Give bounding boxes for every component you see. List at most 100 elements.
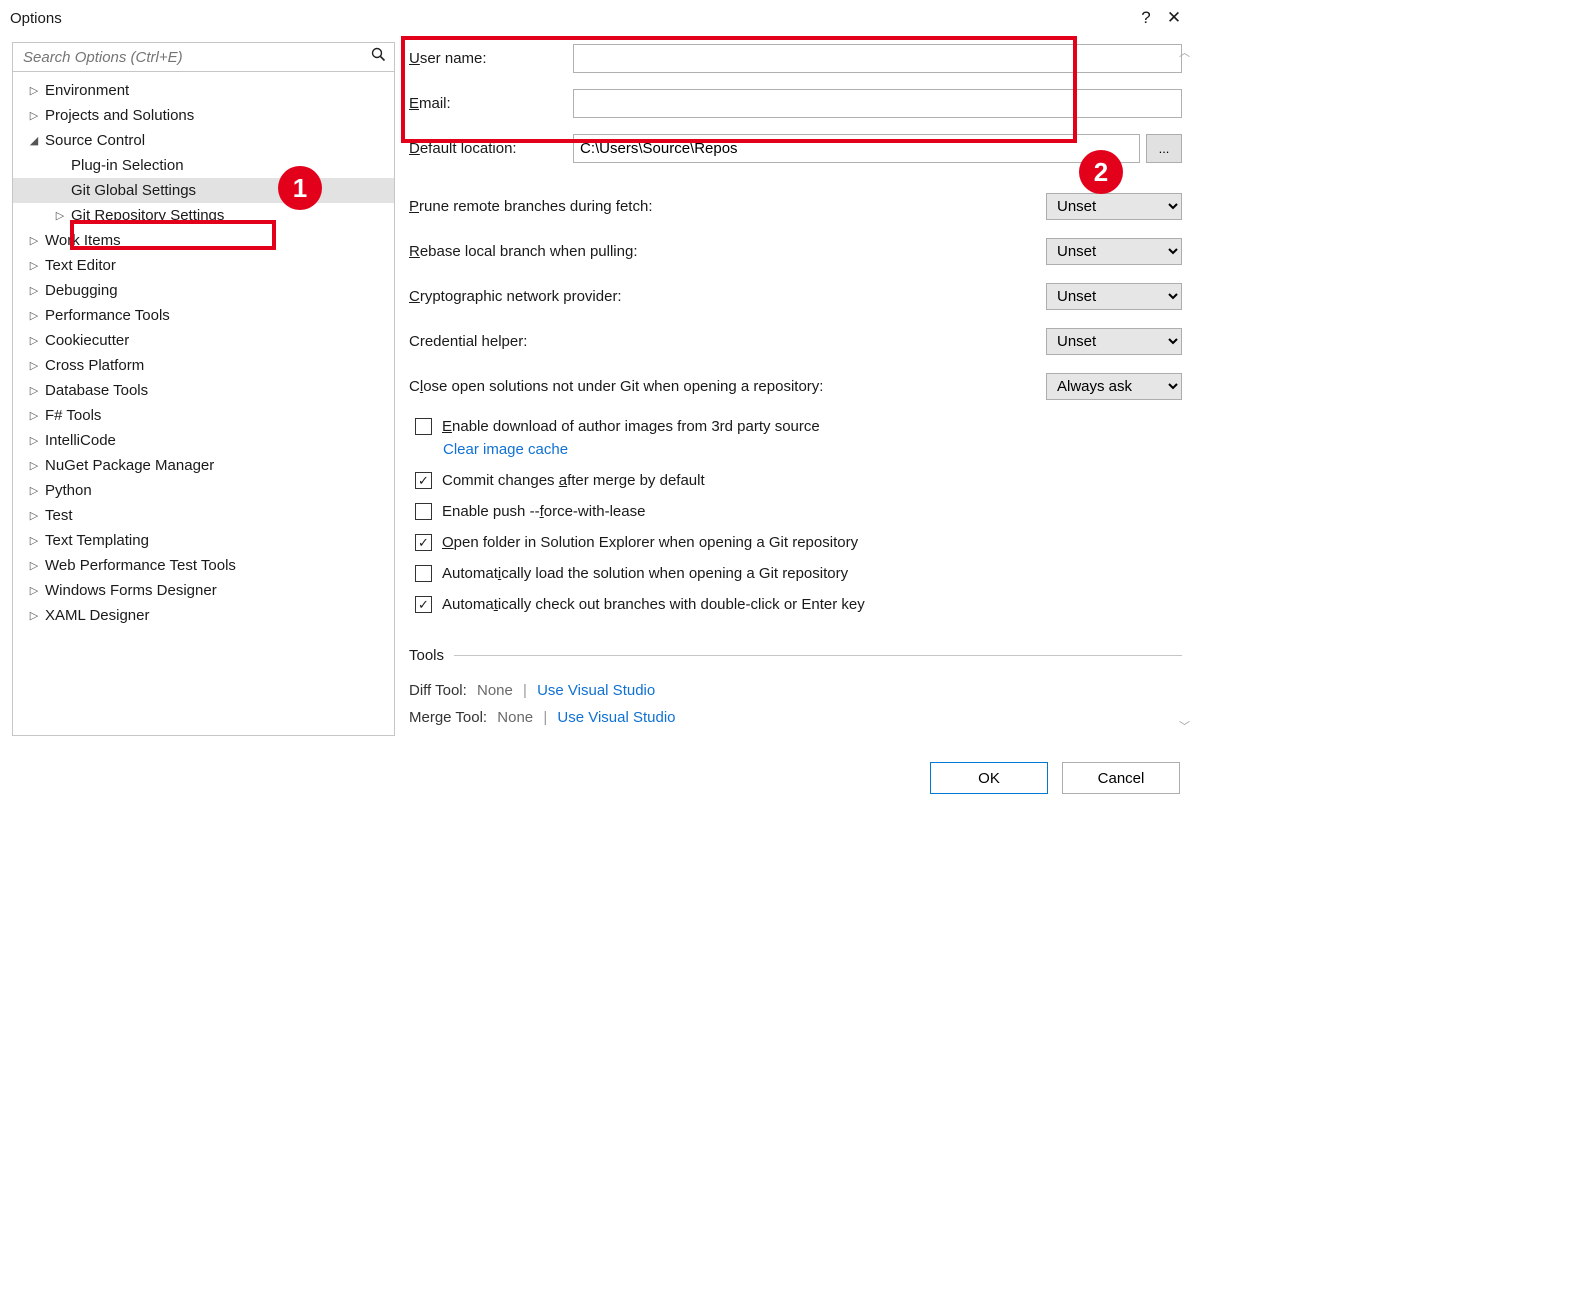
tree-item-label: F# Tools — [45, 407, 101, 424]
scroll-down-icon[interactable]: ﹀ — [1179, 718, 1190, 734]
tree-item-intellicode[interactable]: ▷ IntelliCode — [13, 428, 394, 453]
force-lease-checkbox[interactable] — [415, 503, 432, 520]
tree-item-label: IntelliCode — [45, 432, 116, 449]
prune-row: Prune remote branches during fetch: Unse… — [409, 193, 1182, 220]
email-label: Email: — [409, 95, 573, 112]
tree-item-work-items[interactable]: ▷Work Items — [13, 228, 394, 253]
chevron-right-icon[interactable]: ▷ — [27, 384, 41, 397]
crypto-label: Cryptographic network provider: — [409, 288, 1046, 305]
tree-item-label: Database Tools — [45, 382, 148, 399]
auto-checkout-row[interactable]: Automatically check out branches with do… — [409, 596, 1182, 613]
chevron-right-icon[interactable]: ▷ — [27, 609, 41, 622]
open-folder-row[interactable]: Open folder in Solution Explorer when op… — [409, 534, 1182, 551]
tree-item-performance-tools[interactable]: ▷Performance Tools — [13, 303, 394, 328]
crypto-combo[interactable]: Unset — [1046, 283, 1182, 310]
auto-load-checkbox[interactable] — [415, 565, 432, 582]
title-bar: Options ? ✕ — [0, 0, 1200, 34]
tree-item-xaml-designer[interactable]: ▷ XAML Designer — [13, 603, 394, 628]
merge-use-vs-link[interactable]: Use Visual Studio — [557, 709, 675, 726]
tree-item-label: Text Templating — [45, 532, 149, 549]
tree-item-cookiecutter[interactable]: ▷Cookiecutter — [13, 328, 394, 353]
tools-section-label: Tools — [409, 647, 444, 664]
prune-label: Prune remote branches during fetch: — [409, 198, 1046, 215]
close-solutions-combo[interactable]: Always ask — [1046, 373, 1182, 400]
diff-use-vs-link[interactable]: Use Visual Studio — [537, 682, 655, 699]
chevron-right-icon[interactable]: ▷ — [27, 484, 41, 497]
email-input[interactable] — [573, 89, 1182, 118]
tree-item-cross-platform[interactable]: ▷Cross Platform — [13, 353, 394, 378]
tree-item-nuget-package-manager[interactable]: ▷NuGet Package Manager — [13, 453, 394, 478]
chevron-right-icon[interactable]: ▷ — [27, 284, 41, 297]
tree-item-git-global-settings[interactable]: Git Global Settings — [13, 178, 394, 203]
tree-item-label: Environment — [45, 82, 129, 99]
default-location-row: Default location: ... — [409, 134, 1182, 163]
chevron-right-icon[interactable]: ▷ — [27, 109, 41, 122]
checkbox-group: Enable download of author images from 3r… — [409, 418, 1182, 613]
force-lease-label: Enable push --force-with-lease — [442, 503, 645, 520]
tree-item-label: XAML Designer — [45, 607, 150, 624]
tree-item-projects-and-solutions[interactable]: ▷Projects and Solutions — [13, 103, 394, 128]
cred-combo[interactable]: Unset — [1046, 328, 1182, 355]
diff-tool-value: None — [477, 682, 513, 699]
force-lease-row[interactable]: Enable push --force-with-lease — [409, 503, 1182, 520]
default-location-input[interactable] — [573, 134, 1140, 163]
enable-download-row[interactable]: Enable download of author images from 3r… — [409, 418, 1182, 435]
rebase-row: Rebase local branch when pulling: Unset — [409, 238, 1182, 265]
chevron-right-icon[interactable]: ▷ — [27, 559, 41, 572]
tree-item-f-tools[interactable]: ▷ F# Tools — [13, 403, 394, 428]
auto-load-row[interactable]: Automatically load the solution when ope… — [409, 565, 1182, 582]
enable-download-checkbox[interactable] — [415, 418, 432, 435]
username-label: User name: — [409, 50, 573, 67]
search-icon[interactable] — [371, 47, 386, 67]
tree-item-database-tools[interactable]: ▷ Database Tools — [13, 378, 394, 403]
help-icon[interactable]: ? — [1132, 8, 1160, 28]
tree-item-text-editor[interactable]: ▷Text Editor — [13, 253, 394, 278]
chevron-right-icon[interactable]: ▷ — [27, 509, 41, 522]
search-box[interactable] — [12, 42, 395, 72]
ok-button[interactable]: OK — [930, 762, 1048, 794]
tree-item-plug-in-selection[interactable]: Plug-in Selection — [13, 153, 394, 178]
chevron-right-icon[interactable]: ▷ — [53, 209, 67, 222]
tree-item-git-repository-settings[interactable]: ▷Git Repository Settings — [13, 203, 394, 228]
options-tree[interactable]: ▷ Environment ▷Projects and Solutions◢Sour… — [12, 72, 395, 736]
clear-cache-link[interactable]: Clear image cache — [409, 441, 1182, 458]
chevron-right-icon[interactable]: ▷ — [27, 84, 41, 97]
tree-item-text-templating[interactable]: ▷ Text Templating — [13, 528, 394, 553]
scroll-up-icon[interactable]: ︿ — [1179, 44, 1190, 60]
commit-merge-row[interactable]: Commit changes after merge by default — [409, 472, 1182, 489]
left-pane: ▷ Environment ▷Projects and Solutions◢Sour… — [12, 42, 395, 736]
chevron-right-icon[interactable]: ▷ — [27, 334, 41, 347]
tree-item-source-control[interactable]: ◢Source Control — [13, 128, 394, 153]
open-folder-checkbox[interactable] — [415, 534, 432, 551]
chevron-right-icon[interactable]: ▷ — [27, 259, 41, 272]
tree-item-windows-forms-designer[interactable]: ▷Windows Forms Designer — [13, 578, 394, 603]
close-solutions-label: Close open solutions not under Git when … — [409, 378, 1046, 395]
chevron-right-icon[interactable]: ▷ — [27, 234, 41, 247]
browse-button[interactable]: ... — [1146, 134, 1182, 163]
chevron-right-icon[interactable]: ▷ — [27, 359, 41, 372]
chevron-right-icon[interactable]: ▷ — [27, 434, 41, 447]
rebase-combo[interactable]: Unset — [1046, 238, 1182, 265]
chevron-right-icon[interactable]: ▷ — [27, 459, 41, 472]
chevron-right-icon[interactable]: ▷ — [27, 584, 41, 597]
chevron-down-icon[interactable]: ◢ — [27, 134, 41, 147]
cancel-button[interactable]: Cancel — [1062, 762, 1180, 794]
auto-load-label: Automatically load the solution when ope… — [442, 565, 848, 582]
tree-item-test[interactable]: ▷Test — [13, 503, 394, 528]
close-icon[interactable]: ✕ — [1160, 8, 1188, 28]
tree-item-debugging[interactable]: ▷Debugging — [13, 278, 394, 303]
tree-item-python[interactable]: ▷Python — [13, 478, 394, 503]
username-input[interactable] — [573, 44, 1182, 73]
tree-item-web-performance-test-tools[interactable]: ▷Web Performance Test Tools — [13, 553, 394, 578]
prune-combo[interactable]: Unset — [1046, 193, 1182, 220]
commit-merge-checkbox[interactable] — [415, 472, 432, 489]
tree-item-environment[interactable]: ▷ Environment — [13, 78, 394, 103]
chevron-right-icon[interactable]: ▷ — [27, 409, 41, 422]
open-folder-label: Open folder in Solution Explorer when op… — [442, 534, 858, 551]
chevron-right-icon[interactable]: ▷ — [27, 534, 41, 547]
email-row: Email: — [409, 89, 1182, 118]
dialog-buttons: OK Cancel — [0, 736, 1200, 812]
search-input[interactable] — [21, 48, 371, 67]
chevron-right-icon[interactable]: ▷ — [27, 309, 41, 322]
auto-checkout-checkbox[interactable] — [415, 596, 432, 613]
